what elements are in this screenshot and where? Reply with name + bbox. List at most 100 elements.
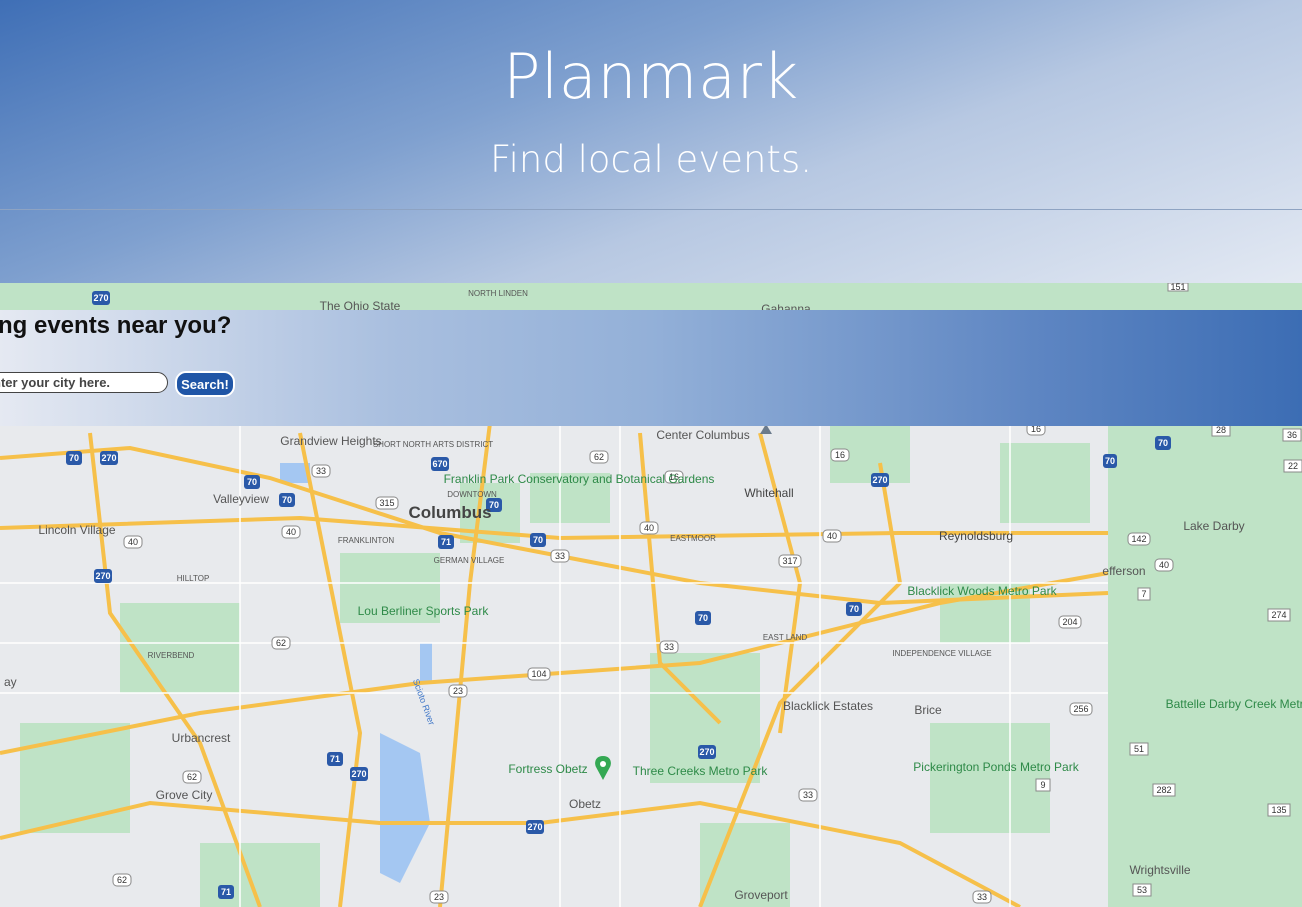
map-label-park: Fortress Obetz xyxy=(508,762,587,776)
map-label: NORTH LINDEN xyxy=(468,289,528,298)
svg-text:71: 71 xyxy=(330,754,340,764)
search-button[interactable]: Search! xyxy=(175,371,235,397)
svg-text:40: 40 xyxy=(286,527,296,537)
map-label: Brice xyxy=(914,703,942,717)
route-shield: 40 xyxy=(1154,558,1174,572)
map-label: Grandview Heights xyxy=(280,434,381,448)
interstate-shield: 71 xyxy=(327,752,343,766)
route-shield: 36 xyxy=(1282,428,1302,442)
svg-text:70: 70 xyxy=(849,604,859,614)
search-prompt-heading: ng events near you? xyxy=(0,312,232,339)
interstate-shield: 70 xyxy=(846,602,862,616)
svg-text:53: 53 xyxy=(1137,885,1147,895)
svg-text:70: 70 xyxy=(282,495,292,505)
map-label-park: Lou Berliner Sports Park xyxy=(358,604,490,618)
svg-text:33: 33 xyxy=(977,892,987,902)
map-label: FRANKLINTON xyxy=(338,536,395,545)
svg-text:135: 135 xyxy=(1271,805,1286,815)
route-shield: 315 xyxy=(375,496,399,510)
map-label: Urbancrest xyxy=(172,731,231,745)
route-shield: 33 xyxy=(311,464,331,478)
interstate-shield: 71 xyxy=(438,535,454,549)
map-label: Lincoln Village xyxy=(38,523,115,537)
svg-text:9: 9 xyxy=(1040,780,1045,790)
svg-text:270: 270 xyxy=(872,475,887,485)
svg-text:317: 317 xyxy=(782,556,797,566)
map-label: efferson xyxy=(1102,564,1145,578)
svg-text:70: 70 xyxy=(533,535,543,545)
map-label: Wrightsville xyxy=(1129,863,1190,877)
map-label: Valleyview xyxy=(213,492,269,506)
svg-text:62: 62 xyxy=(117,875,127,885)
route-shield: 22 xyxy=(1283,459,1302,473)
route-shield: 282 xyxy=(1152,783,1176,797)
svg-text:270: 270 xyxy=(351,769,366,779)
map-label: DOWNTOWN xyxy=(447,490,497,499)
svg-text:315: 315 xyxy=(379,498,394,508)
svg-text:274: 274 xyxy=(1271,610,1286,620)
route-shield: 142 xyxy=(1127,532,1151,546)
route-shield: 16 xyxy=(830,448,850,462)
svg-text:33: 33 xyxy=(664,642,674,652)
map-label-park: Battelle Darby Creek Metro Park xyxy=(1166,697,1302,711)
svg-text:40: 40 xyxy=(128,537,138,547)
interstate-shield: 70 xyxy=(279,493,295,507)
svg-text:36: 36 xyxy=(1287,430,1297,440)
svg-text:33: 33 xyxy=(555,551,565,561)
map-label: ay xyxy=(4,675,17,689)
svg-text:62: 62 xyxy=(187,772,197,782)
route-shield: 51 xyxy=(1129,742,1149,756)
route-shield: 151 xyxy=(1167,283,1189,292)
svg-text:71: 71 xyxy=(221,887,231,897)
route-shield: 40 xyxy=(281,525,301,539)
svg-text:7: 7 xyxy=(1141,589,1146,599)
svg-text:40: 40 xyxy=(827,531,837,541)
svg-text:33: 33 xyxy=(316,466,326,476)
route-shield: 23 xyxy=(429,890,449,904)
map-label: SHORT NORTH ARTS DISTRICT xyxy=(373,440,493,449)
route-shield: 274 xyxy=(1267,608,1291,622)
interstate-shield: 270 xyxy=(100,451,118,465)
map-label-city: Columbus xyxy=(408,503,491,522)
route-shield: 256 xyxy=(1069,702,1093,716)
svg-text:71: 71 xyxy=(441,537,451,547)
interstate-shield: 270 xyxy=(871,473,889,487)
route-shield: 40 xyxy=(822,529,842,543)
map-label-park: Blacklick Woods Metro Park xyxy=(907,584,1057,598)
map-label: EASTMOOR xyxy=(670,534,716,543)
map-label: Lake Darby xyxy=(1183,519,1244,533)
interstate-shield: 70 xyxy=(1155,436,1171,450)
route-shield: 62 xyxy=(589,450,609,464)
map-label: Center Columbus xyxy=(656,428,749,442)
route-shield: 7 xyxy=(1137,587,1151,601)
interstate-shield: 270 xyxy=(94,569,112,583)
map-label-park: Franklin Park Conservatory and Botanical… xyxy=(444,472,715,486)
site-header: Planmark Find local events. xyxy=(0,0,1302,283)
svg-text:204: 204 xyxy=(1062,617,1077,627)
svg-text:16: 16 xyxy=(835,450,845,460)
interstate-shield: 70 xyxy=(66,451,82,465)
svg-text:62: 62 xyxy=(594,452,604,462)
map-label: INDEPENDENCE VILLAGE xyxy=(892,649,991,658)
route-shield: 317 xyxy=(778,554,802,568)
interstate-shield: 71 xyxy=(218,885,234,899)
map-label: Reynoldsburg xyxy=(939,529,1013,543)
svg-text:22: 22 xyxy=(1288,461,1298,471)
map-label-park: Three Creeks Metro Park xyxy=(633,764,769,778)
svg-text:70: 70 xyxy=(1105,456,1115,466)
map-label: RIVERBEND xyxy=(148,651,195,660)
route-shield: 33 xyxy=(659,640,679,654)
city-search-input[interactable] xyxy=(0,372,168,393)
svg-text:270: 270 xyxy=(101,453,116,463)
route-shield: 204 xyxy=(1058,615,1082,629)
interstate-shield: 70 xyxy=(244,475,260,489)
map-label: Grove City xyxy=(156,788,213,802)
interstate-shield: 270 xyxy=(526,820,544,834)
route-shield: 33 xyxy=(972,890,992,904)
interstate-shield: 270 xyxy=(92,291,110,305)
svg-text:282: 282 xyxy=(1156,785,1171,795)
route-shield: 62 xyxy=(182,770,202,784)
route-shield: 40 xyxy=(123,535,143,549)
svg-text:62: 62 xyxy=(276,638,286,648)
svg-text:142: 142 xyxy=(1131,534,1146,544)
